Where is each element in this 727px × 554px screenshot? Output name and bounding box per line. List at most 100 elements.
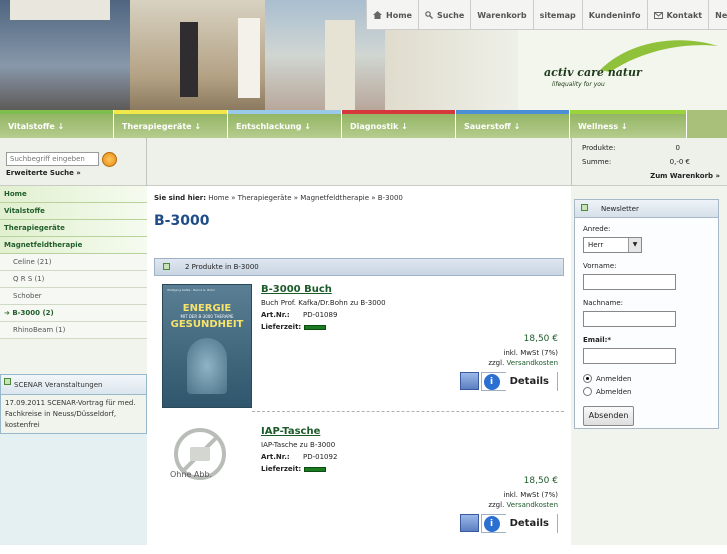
newsletter-box: Newsletter Anrede: Herr ▼ Vorname: Nachna… — [574, 199, 719, 429]
newsletter-header: Newsletter — [575, 200, 718, 218]
scenar-events-text: 17.09.2011 SCENAR-Vortrag für med. Fachk… — [5, 399, 136, 429]
lastname-label: Nachname: — [583, 299, 624, 307]
shipping-link[interactable]: Versandkosten — [507, 359, 558, 367]
sidebar-item-home[interactable]: Home — [0, 186, 147, 203]
product-tax: inkl. MwSt (7%) — [503, 349, 558, 357]
firstname-field[interactable] — [583, 274, 676, 290]
go-to-cart-link[interactable]: Zum Warenkorb » — [582, 172, 720, 180]
top-navigation: Home Suche Warenkorb sitemap Kundeninfo … — [366, 0, 727, 30]
scenar-events-header: SCENAR Veranstaltungen — [1, 375, 146, 395]
category-stripe — [456, 110, 569, 114]
sidebar-subitem-qrs[interactable]: Q R S (1) — [0, 271, 147, 288]
product-tax: inkl. MwSt (7%) — [503, 491, 558, 499]
main-content: Sie sind hier: Home » Therapiegeräte » M… — [154, 194, 564, 533]
info-icon: i — [483, 515, 500, 532]
box-icon — [163, 263, 170, 270]
search-icon — [425, 11, 433, 19]
shipping-prefix: zzgl. — [488, 501, 505, 509]
topnav-cart[interactable]: Warenkorb — [470, 0, 532, 30]
salutation-value: Herr — [588, 241, 604, 249]
email-field[interactable] — [583, 348, 676, 364]
radio-dot — [583, 374, 592, 383]
search-input[interactable] — [6, 152, 99, 166]
category-vitalstoffe[interactable]: Vitalstoffe ↓ — [0, 110, 114, 138]
scenar-events-title: SCENAR Veranstaltungen — [14, 381, 103, 389]
no-image-placeholder[interactable]: Ohne Abb. — [162, 426, 252, 486]
sidebar-item-therapiegeraete[interactable]: Therapiegeräte — [0, 220, 147, 237]
search-go-button[interactable] — [102, 152, 117, 167]
topnav-search[interactable]: Suche — [417, 0, 470, 30]
product-description: Buch Prof. Kafka/Dr.Bohn zu B-3000 — [261, 299, 386, 307]
sidebar-subitem-rhinobeam[interactable]: RhinoBeam (1) — [0, 322, 147, 339]
sidebar-subitem-celine[interactable]: Celine (21) — [0, 254, 147, 271]
breadcrumb-path[interactable]: Home » Therapiegeräte » Magnetfeldtherap… — [208, 194, 403, 202]
product-description: IAP-Tasche zu B-3000 — [261, 441, 336, 449]
arrow-right-icon: ➜ — [4, 309, 10, 317]
topnav-search-label: Suche — [436, 10, 465, 20]
salutation-label: Anrede: — [583, 225, 611, 233]
topnav-kundeninfo-label: Kundeninfo — [588, 10, 641, 20]
delivery-status-bar — [304, 324, 327, 330]
topnav-newsletter[interactable]: Newsletter — [708, 0, 727, 30]
add-to-cart-button[interactable] — [459, 372, 479, 390]
page-title: B-3000 — [154, 213, 210, 229]
scenar-events-box: SCENAR Veranstaltungen 17.09.2011 SCENAR… — [0, 374, 147, 434]
topnav-kundeninfo[interactable]: Kundeninfo — [581, 0, 647, 30]
sidebar-filler — [0, 434, 147, 545]
topnav-sitemap[interactable]: sitemap — [532, 0, 582, 30]
subscribe-radio[interactable]: Anmelden — [583, 374, 631, 383]
topnav-contact-label: Kontakt — [666, 10, 703, 20]
unsubscribe-radio[interactable]: Abmelden — [583, 387, 632, 396]
topnav-contact[interactable]: Kontakt — [646, 0, 709, 30]
divider — [571, 138, 572, 186]
sidebar-subitem-schober[interactable]: Schober — [0, 288, 147, 305]
listing-header: 2 Produkte in B-3000 — [154, 258, 564, 276]
sidebar-item-magnetfeldtherapie[interactable]: Magnetfeldtherapie — [0, 237, 147, 254]
details-button[interactable]: i Details — [480, 372, 558, 391]
product-actions: i Details — [459, 514, 558, 533]
artnr-value: PD-01089 — [303, 311, 338, 319]
home-icon — [373, 11, 382, 19]
salutation-select[interactable]: Herr ▼ — [583, 237, 642, 253]
subscribe-label: Anmelden — [596, 374, 632, 383]
site-header: activ care natur lifequality for you Hom… — [0, 0, 727, 110]
sidebar-subitem-b3000[interactable]: ➜ B-3000 (2) — [0, 305, 147, 322]
topnav-sitemap-label: sitemap — [539, 10, 576, 20]
category-label: Wellness ↓ — [578, 122, 628, 131]
category-stripe — [0, 110, 113, 114]
shipping-link[interactable]: Versandkosten — [507, 501, 558, 509]
radio-dot — [583, 387, 592, 396]
category-sauerstoff[interactable]: Sauerstoff ↓ — [456, 110, 570, 138]
product-item: Wolfgang Kafka · Bernd G. Bohn ENERGIE M… — [154, 278, 564, 412]
book-cover-image[interactable]: Wolfgang Kafka · Bernd G. Bohn ENERGIE M… — [162, 284, 252, 408]
details-button[interactable]: i Details — [480, 514, 558, 533]
shipping-prefix: zzgl. — [488, 359, 505, 367]
delivery-label: Lieferzeit: — [261, 465, 302, 473]
topnav-home[interactable]: Home — [366, 0, 418, 30]
mail-icon — [653, 11, 663, 19]
listing-count: 2 Produkte in B-3000 — [185, 263, 259, 271]
cart-sum-label: Summe: — [582, 158, 612, 166]
email-label: Email:* — [583, 336, 612, 344]
artnr-label: Art.Nr.: — [261, 311, 290, 319]
product-price: 18,50 € — [523, 334, 558, 344]
advanced-search-link[interactable]: Erweiterte Suche » — [6, 169, 81, 177]
add-to-cart-button[interactable] — [459, 514, 479, 532]
category-therapiegeraete[interactable]: Therapiegeräte ↓ — [114, 110, 228, 138]
category-wellness[interactable]: Wellness ↓ — [570, 110, 687, 138]
category-entschlackung[interactable]: Entschlackung ↓ — [228, 110, 342, 138]
lastname-field[interactable] — [583, 311, 676, 327]
firstname-label: Vorname: — [583, 262, 617, 270]
category-diagnostik[interactable]: Diagnostik ↓ — [342, 110, 456, 138]
category-stripe — [228, 110, 341, 114]
sidebar-item-vitalstoffe[interactable]: Vitalstoffe — [0, 203, 147, 220]
product-name-link[interactable]: B-3000 Buch — [261, 284, 332, 295]
product-article-number: Art.Nr.: PD-01089 — [261, 311, 337, 319]
delivery-status-bar — [304, 466, 327, 472]
book-figure — [187, 338, 227, 394]
newsletter-submit-button[interactable]: Absenden — [583, 406, 634, 426]
product-shipping: zzgl. Versandkosten — [488, 500, 558, 510]
cart-products-row: Produkte: 0 — [582, 141, 720, 155]
product-name-link[interactable]: IAP-Tasche — [261, 426, 320, 437]
product-item: Ohne Abb. IAP-Tasche IAP-Tasche zu B-300… — [154, 420, 564, 554]
